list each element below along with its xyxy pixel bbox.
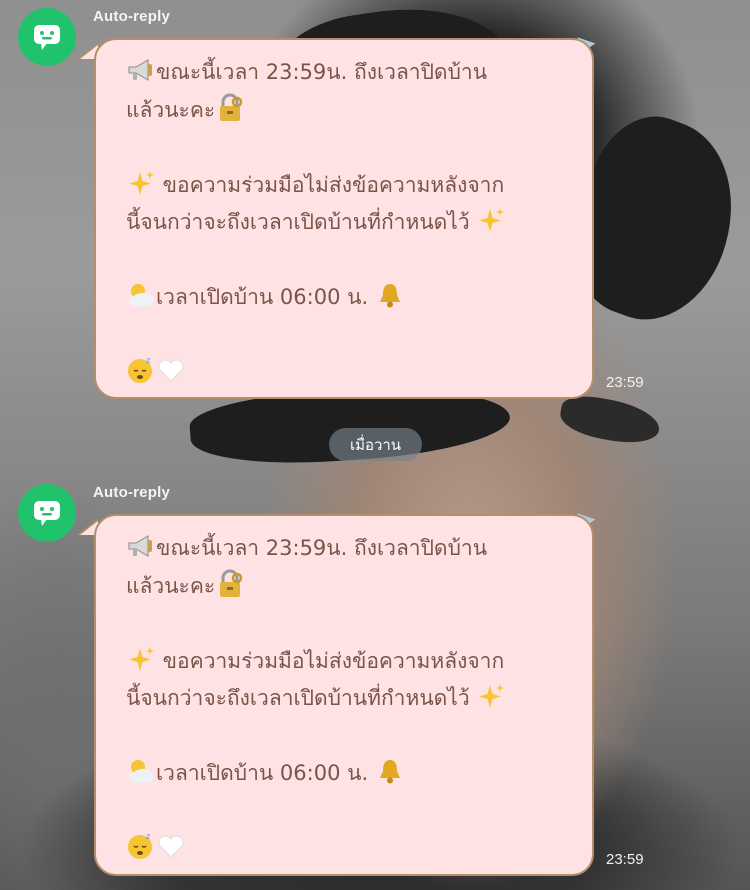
sender-name: Auto-reply bbox=[93, 8, 170, 25]
message-bubble[interactable]: ขณะนี้เวลา 23:59น. ถึงเวลาปิดบ้าน แล้วนะ… bbox=[94, 38, 594, 399]
message-line: เวลาเปิดบ้าน 06:00 น. bbox=[126, 279, 592, 317]
message-text: ขอความร่วมมือไม่ส่งข้อความหลังจาก bbox=[156, 172, 505, 197]
message-line: ขอความร่วมมือไม่ส่งข้อความหลังจาก bbox=[126, 167, 592, 205]
message-text: ขอความร่วมมือไม่ส่งข้อความหลังจาก bbox=[156, 648, 505, 673]
sleeping-face-icon: z bbox=[126, 355, 156, 385]
sleeping-face-icon: z bbox=[126, 831, 156, 861]
message-timestamp: 23:59 bbox=[606, 851, 644, 868]
sender-avatar[interactable] bbox=[18, 484, 76, 542]
background-eyebrow-shape bbox=[557, 391, 663, 449]
message-line: นี้จนกว่าจะถึงเวลาเปิดบ้านที่กำหนดไว้ bbox=[126, 204, 592, 242]
locked-with-key-icon bbox=[215, 569, 245, 599]
message-text: ขณะนี้เวลา 23:59น. ถึงเวลาปิดบ้าน bbox=[156, 60, 488, 84]
white-heart-icon bbox=[156, 831, 186, 861]
message-text: นี้จนกว่าจะถึงเวลาเปิดบ้านที่กำหนดไว้ bbox=[126, 686, 477, 710]
svg-text:z: z bbox=[146, 832, 150, 841]
message-line: นี้จนกว่าจะถึงเวลาเปิดบ้านที่กำหนดไว้ bbox=[126, 680, 592, 718]
message-line: แล้วนะคะ bbox=[126, 92, 592, 130]
chat-bot-icon bbox=[34, 501, 60, 526]
sparkles-icon bbox=[126, 168, 156, 198]
message-line: ขณะนี้เวลา 23:59น. ถึงเวลาปิดบ้าน bbox=[126, 54, 592, 92]
message-line: ขอความร่วมมือไม่ส่งข้อความหลังจาก bbox=[126, 643, 592, 681]
chat-bot-icon bbox=[34, 25, 60, 50]
message-text: เวลาเปิดบ้าน 06:00 น. bbox=[156, 761, 375, 785]
message-text: เวลาเปิดบ้าน 06:00 น. bbox=[156, 285, 375, 309]
sparkles-icon bbox=[476, 681, 506, 711]
message-bubble[interactable]: ขณะนี้เวลา 23:59น. ถึงเวลาปิดบ้าน แล้วนะ… bbox=[94, 514, 594, 876]
sparkles-icon bbox=[126, 644, 156, 674]
date-separator-pill: เมื่อวาน bbox=[329, 428, 422, 461]
message-text: แล้วนะคะ bbox=[126, 573, 216, 598]
sparkles-icon bbox=[476, 205, 506, 235]
message-line: ขณะนี้เวลา 23:59น. ถึงเวลาปิดบ้าน bbox=[126, 530, 592, 568]
sender-avatar[interactable] bbox=[18, 8, 76, 66]
message-line: z bbox=[126, 830, 592, 868]
message-text: แล้วนะคะ bbox=[126, 97, 216, 122]
megaphone-icon bbox=[126, 55, 156, 85]
svg-text:z: z bbox=[146, 356, 150, 365]
megaphone-icon bbox=[126, 531, 156, 561]
bell-icon bbox=[375, 280, 405, 310]
white-heart-icon bbox=[156, 355, 186, 385]
sun-behind-cloud-icon bbox=[126, 756, 156, 786]
message-line: แล้วนะคะ bbox=[126, 568, 592, 606]
message-text: นี้จนกว่าจะถึงเวลาเปิดบ้านที่กำหนดไว้ bbox=[126, 210, 477, 234]
sender-name: Auto-reply bbox=[93, 484, 170, 501]
locked-with-key-icon bbox=[215, 93, 245, 123]
message-line: เวลาเปิดบ้าน 06:00 น. bbox=[126, 755, 592, 793]
bell-icon bbox=[375, 756, 405, 786]
message-line: z bbox=[126, 354, 592, 392]
date-separator-label: เมื่อวาน bbox=[349, 435, 402, 454]
message-timestamp: 23:59 bbox=[606, 374, 644, 391]
sun-behind-cloud-icon bbox=[126, 280, 156, 310]
message-text: ขณะนี้เวลา 23:59น. ถึงเวลาปิดบ้าน bbox=[156, 536, 488, 560]
